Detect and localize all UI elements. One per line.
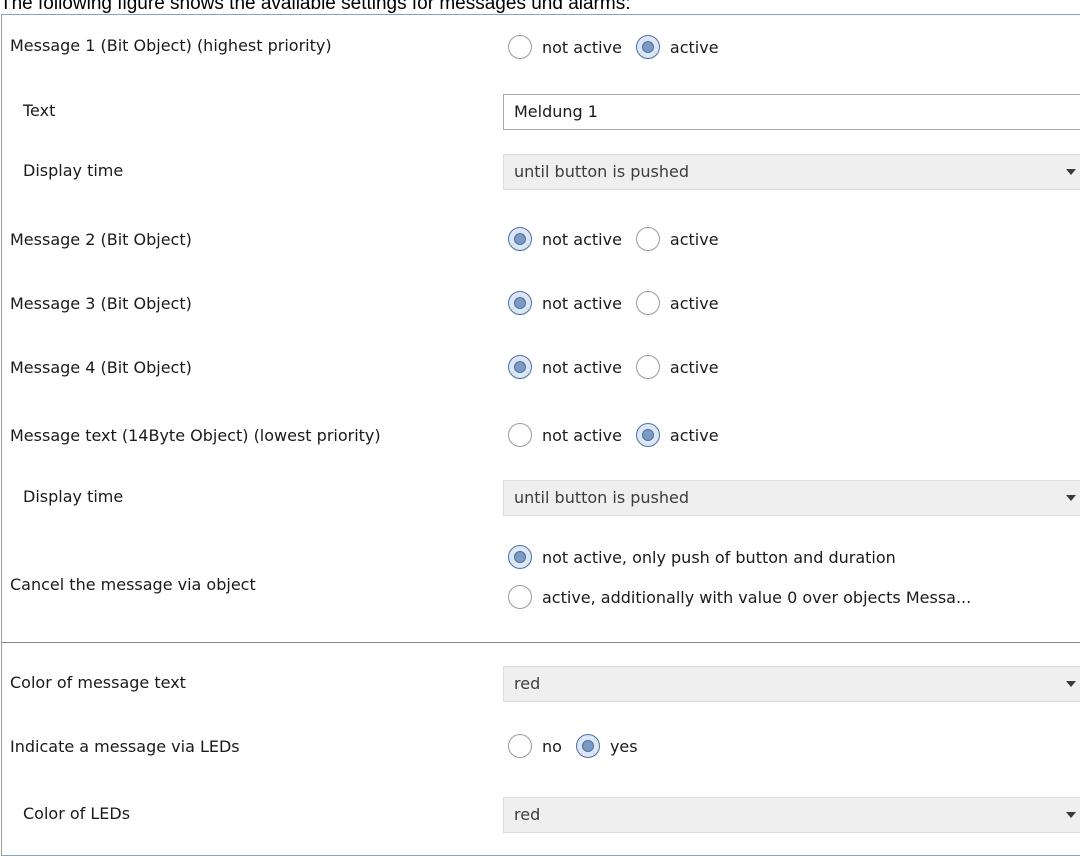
message-1-display-time-value: until button is pushed (514, 162, 690, 181)
message-4-not-active-radio[interactable] (508, 355, 532, 379)
row-cancel-message: Cancel the message via object not active… (2, 525, 1080, 642)
message-2-radio-group: not active active (508, 227, 733, 251)
chevron-down-icon (1066, 495, 1076, 501)
leds-yes-radio[interactable] (575, 734, 600, 758)
message-4-not-active-label[interactable]: not active (542, 358, 622, 377)
message-1-label: Message 1 (Bit Object) (highest priority… (10, 36, 332, 55)
indicate-leds-label: Indicate a message via LEDs (10, 737, 240, 756)
message-text-display-time-value: until button is pushed (514, 488, 690, 507)
message-1-text-field[interactable]: Meldung 1 (503, 94, 1080, 130)
display-time-label: Display time (23, 487, 124, 506)
chevron-down-icon (1066, 681, 1076, 687)
message-3-radio-group: not active active (508, 291, 733, 315)
message-4-active-label[interactable]: active (670, 358, 719, 377)
color-message-text-value: red (514, 674, 541, 693)
message-1-display-time-select[interactable]: until button is pushed (503, 154, 1080, 190)
message-1-not-active-radio[interactable] (508, 35, 532, 59)
message-3-label: Message 3 (Bit Object) (10, 294, 192, 313)
chevron-down-icon (1066, 812, 1076, 818)
message-2-label: Message 2 (Bit Object) (10, 230, 192, 249)
message-text-active-label[interactable]: active (670, 426, 719, 445)
cancel-option-1[interactable]: not active, only push of button and dura… (508, 545, 910, 569)
message-2-not-active-label[interactable]: not active (542, 230, 622, 249)
row-message-1-display-time: Display time until button is pushed (2, 144, 1080, 206)
color-leds-select[interactable]: red (503, 797, 1080, 833)
color-leds-label: Color of LEDs (23, 804, 131, 823)
message-text-label: Message text (14Byte Object) (lowest pri… (10, 426, 381, 445)
color-message-text-select[interactable]: red (503, 666, 1080, 702)
message-2-not-active-radio[interactable] (508, 227, 532, 251)
display-time-label: Display time (23, 161, 124, 180)
message-text-not-active-label[interactable]: not active (542, 426, 622, 445)
message-3-active-radio[interactable] (635, 291, 660, 315)
leds-yes-label[interactable]: yes (610, 737, 638, 756)
message-text-active-radio[interactable] (635, 423, 660, 447)
message-text-radio-group: not active active (508, 423, 733, 447)
row-message-2: Message 2 (Bit Object) not active active (2, 206, 1080, 271)
message-3-not-active-label[interactable]: not active (542, 294, 622, 313)
leds-no-label[interactable]: no (542, 737, 562, 756)
row-color-leds: Color of LEDs red (2, 771, 1080, 841)
message-4-active-radio[interactable] (635, 355, 660, 379)
row-indicate-leds: Indicate a message via LEDs no yes (2, 707, 1080, 771)
row-message-1-text: Text Meldung 1 (2, 80, 1080, 144)
row-message-text-display-time: Display time until button is pushed (2, 463, 1080, 525)
message-1-not-active-label[interactable]: not active (542, 38, 622, 57)
settings-panel: Message 1 (Bit Object) (highest priority… (1, 14, 1080, 856)
message-3-active-label[interactable]: active (670, 294, 719, 313)
row-message-4: Message 4 (Bit Object) not active active (2, 334, 1080, 400)
cancel-option-2-radio[interactable] (508, 585, 532, 609)
message-3-not-active-radio[interactable] (508, 291, 532, 315)
color-message-text-label: Color of message text (10, 673, 186, 692)
row-message-1: Message 1 (Bit Object) (highest priority… (2, 15, 1080, 80)
cancel-option-2-label[interactable]: active, additionally with value 0 over o… (542, 588, 971, 607)
chevron-down-icon (1066, 169, 1076, 175)
leds-no-radio[interactable] (508, 734, 532, 758)
message-1-radio-group: not active active (508, 35, 733, 59)
message-text-display-time-select[interactable]: until button is pushed (503, 480, 1080, 516)
message-4-label: Message 4 (Bit Object) (10, 358, 192, 377)
row-message-text: Message text (14Byte Object) (lowest pri… (2, 400, 1080, 463)
text-label: Text (23, 101, 56, 120)
row-message-3: Message 3 (Bit Object) not active active (2, 271, 1080, 334)
message-1-active-label[interactable]: active (670, 38, 719, 57)
color-leds-value: red (514, 805, 541, 824)
cancel-option-1-radio[interactable] (508, 545, 532, 569)
indicate-leds-radio-group: no yes (508, 734, 652, 758)
cancel-option-2[interactable]: active, additionally with value 0 over o… (508, 585, 985, 609)
message-2-active-label[interactable]: active (670, 230, 719, 249)
message-text-not-active-radio[interactable] (508, 423, 532, 447)
message-4-radio-group: not active active (508, 355, 733, 379)
row-color-message-text: Color of message text red (2, 643, 1080, 707)
message-1-active-radio[interactable] (635, 35, 660, 59)
message-2-active-radio[interactable] (635, 227, 660, 251)
cancel-option-1-label[interactable]: not active, only push of button and dura… (542, 548, 896, 567)
cancel-label: Cancel the message via object (10, 575, 256, 594)
